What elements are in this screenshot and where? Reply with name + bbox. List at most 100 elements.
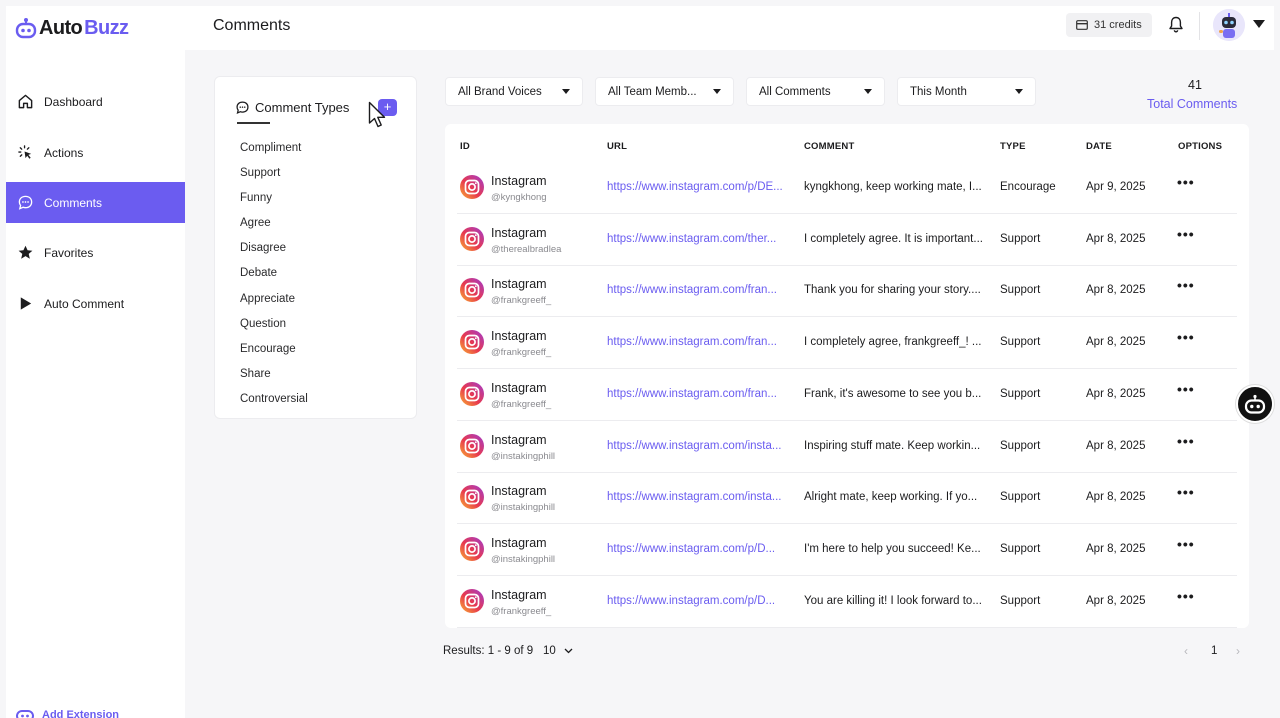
table-row[interactable]: Instagram @frankgreeff_ https://www.instag… — [457, 265, 1237, 318]
comment-type-item[interactable]: Disagree — [240, 242, 286, 254]
total-comments-count: 41 — [1188, 78, 1202, 92]
row-options-button[interactable]: ••• — [1177, 536, 1195, 552]
comment-date: Apr 8, 2025 — [1086, 439, 1146, 452]
logo-text-auto: Auto — [39, 16, 83, 39]
chevron-down-icon[interactable] — [1253, 20, 1265, 29]
credits-badge[interactable]: 31 credits — [1066, 13, 1152, 37]
sidebar-item-comments[interactable]: Comments — [6, 182, 185, 223]
comment-type-item[interactable]: Support — [240, 167, 280, 179]
post-url-link[interactable]: https://www.instagram.com/p/DE... — [607, 181, 791, 193]
row-options-button[interactable]: ••• — [1177, 329, 1195, 345]
filter-label: This Month — [910, 85, 967, 98]
comment-type-item[interactable]: Appreciate — [240, 293, 295, 305]
comment-type: Support — [1000, 542, 1041, 555]
row-options-button[interactable]: ••• — [1177, 381, 1195, 397]
comment-text: Frank, it's awesome to see you b... — [804, 387, 982, 400]
instagram-icon — [460, 278, 484, 303]
comment-date: Apr 8, 2025 — [1086, 284, 1146, 297]
table-row[interactable]: Instagram @frankgreeff_ https://www.instag… — [457, 317, 1237, 370]
account-handle: @frankgreeff_ — [491, 347, 552, 359]
comment-type-item[interactable]: Compliment — [240, 142, 301, 154]
comment-type-item[interactable]: Debate — [240, 267, 277, 279]
table-row[interactable]: Instagram @kyngkhong https://www.instagram… — [457, 162, 1237, 214]
brand-voice-filter[interactable]: All Brand Voices — [445, 77, 583, 106]
sidebar-item-label: Favorites — [44, 245, 94, 260]
row-options-button[interactable]: ••• — [1177, 484, 1195, 500]
chat-bubble-icon — [18, 195, 33, 210]
account-handle: @frankgreeff_ — [491, 398, 552, 410]
sidebar-item-label: Comments — [44, 195, 103, 210]
robot-icon — [1244, 394, 1266, 414]
credit-card-icon — [1076, 20, 1088, 30]
date-range-filter[interactable]: This Month — [897, 77, 1036, 106]
table-row[interactable]: Instagram @instakingphill https://www.inst… — [457, 472, 1237, 525]
instagram-icon — [460, 433, 484, 458]
post-url-link[interactable]: https://www.instagram.com/insta... — [607, 440, 791, 452]
row-options-button[interactable]: ••• — [1177, 277, 1195, 293]
row-options-button[interactable]: ••• — [1177, 226, 1195, 242]
caret-down-icon — [713, 89, 721, 94]
row-options-button[interactable]: ••• — [1177, 174, 1195, 190]
post-url-link[interactable]: https://www.instagram.com/fran... — [607, 284, 791, 296]
play-icon — [20, 297, 32, 310]
sidebar-item-dashboard[interactable]: Dashboard — [6, 81, 185, 122]
previous-page-button[interactable]: ‹ — [1184, 644, 1188, 658]
column-header-type[interactable]: TYPE — [1000, 141, 1026, 152]
row-options-button[interactable]: ••• — [1177, 433, 1195, 449]
comment-type-item[interactable]: Agree — [240, 217, 271, 229]
star-icon — [18, 245, 33, 259]
comment-type-item[interactable]: Funny — [240, 192, 272, 204]
post-url-link[interactable]: https://www.instagram.com/fran... — [607, 336, 791, 348]
header-divider — [1199, 12, 1200, 40]
column-header-comment[interactable]: COMMENT — [804, 141, 854, 152]
sparkle-click-icon — [18, 145, 32, 159]
platform-name: Instagram — [491, 329, 547, 344]
column-header-date[interactable]: DATE — [1086, 141, 1112, 152]
table-row[interactable]: Instagram @instakingphill https://www.inst… — [457, 524, 1237, 576]
chatbot-launcher-button[interactable] — [1236, 385, 1274, 423]
comment-type-item[interactable]: Share — [240, 368, 271, 380]
row-options-button[interactable]: ••• — [1177, 588, 1195, 604]
table-row[interactable]: Instagram @therealbradlea https://www.inst… — [457, 214, 1237, 266]
comment-type-item[interactable]: Controversial — [240, 393, 308, 405]
avatar[interactable] — [1213, 9, 1245, 41]
logo-text-buzz: Buzz — [84, 16, 129, 39]
post-url-link[interactable]: https://www.instagram.com/p/D... — [607, 543, 791, 555]
table-row[interactable]: Instagram @instakingphill https://www.inst… — [457, 421, 1237, 473]
filter-label: All Brand Voices — [458, 85, 542, 98]
account-handle: @instakingphill — [491, 450, 556, 462]
page-size-value: 10 — [543, 645, 556, 657]
next-page-button[interactable]: › — [1236, 644, 1240, 658]
account-handle: @frankgreeff_ — [491, 295, 552, 307]
results-summary: Results: 1 - 9 of 9 — [443, 645, 534, 657]
robot-logo-icon — [16, 710, 34, 718]
sidebar-item-auto-comment[interactable]: Auto Comment — [6, 283, 185, 324]
post-url-link[interactable]: https://www.instagram.com/insta... — [607, 491, 791, 503]
table-row[interactable]: Instagram @frankgreeff_ https://www.instag… — [457, 576, 1237, 628]
sidebar-item-favorites[interactable]: Favorites — [6, 232, 185, 273]
comment-type-item[interactable]: Question — [240, 318, 286, 330]
page-number-button[interactable]: 1 — [1211, 645, 1217, 657]
app-logo[interactable]: Auto Buzz — [15, 13, 129, 43]
column-header-id[interactable]: ID — [460, 141, 470, 152]
column-header-url[interactable]: URL — [607, 141, 627, 152]
post-url-link[interactable]: https://www.instagram.com/fran... — [607, 388, 791, 400]
comment-filter[interactable]: All Comments — [746, 77, 885, 106]
account-handle: @instakingphill — [491, 553, 556, 565]
page-size-select[interactable]: 10 — [543, 645, 573, 657]
platform-name: Instagram — [491, 484, 547, 499]
credits-label: 31 credits — [1094, 19, 1142, 31]
post-url-link[interactable]: https://www.instagram.com/ther... — [607, 233, 791, 245]
sidebar-item-label: Dashboard — [44, 94, 103, 109]
team-member-filter[interactable]: All Team Memb... — [595, 77, 734, 106]
table-row[interactable]: Instagram @frankgreeff_ https://www.instag… — [457, 369, 1237, 421]
bell-icon[interactable] — [1168, 16, 1184, 33]
post-url-link[interactable]: https://www.instagram.com/p/D... — [607, 595, 791, 607]
top-header: Comments 31 credits — [185, 6, 1274, 50]
add-extension-link[interactable]: Add Extension — [16, 708, 119, 718]
comment-type-item[interactable]: Encourage — [240, 343, 296, 355]
sidebar-item-actions[interactable]: Actions — [6, 132, 185, 173]
sidebar: Auto Buzz Dashboard Actions Comments Favo… — [6, 6, 185, 718]
instagram-icon — [460, 226, 484, 251]
comment-type: Support — [1000, 232, 1041, 245]
